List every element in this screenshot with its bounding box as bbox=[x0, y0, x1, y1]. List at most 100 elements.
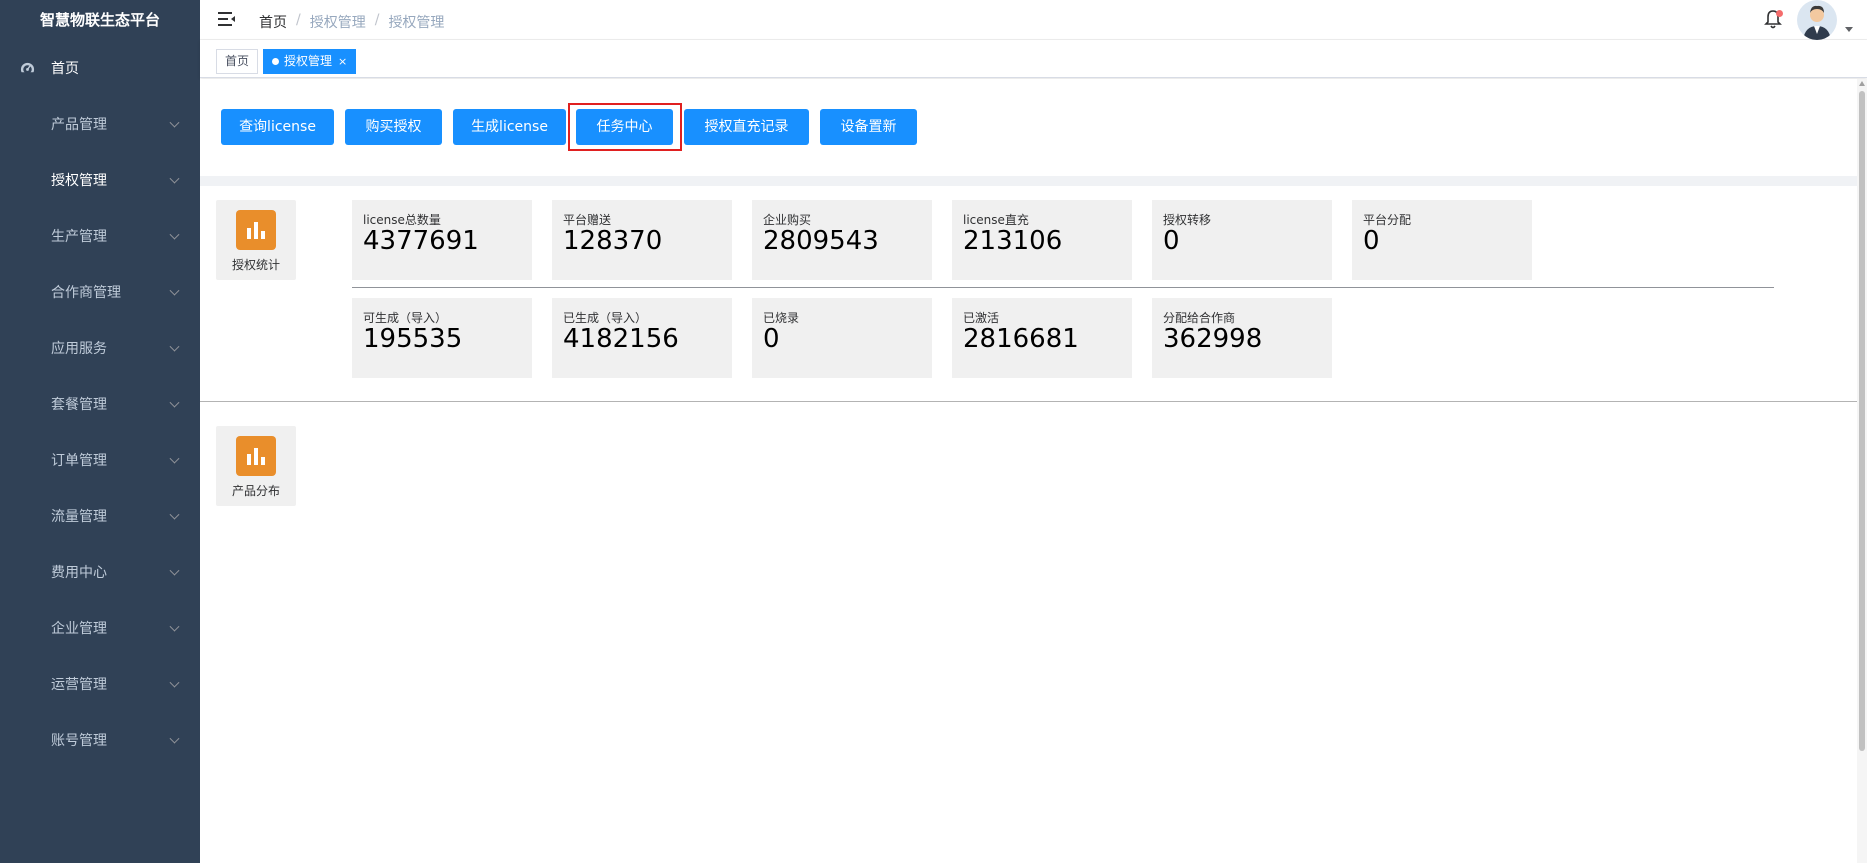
license-stats-card: 授权统计 bbox=[216, 200, 296, 280]
notification-dot bbox=[1776, 10, 1783, 17]
chevron-down-icon bbox=[169, 677, 180, 688]
stat-card: 已生成（导入） 4182156 bbox=[552, 298, 732, 378]
sidebar-item-production[interactable]: 生产管理 bbox=[0, 208, 200, 264]
chevron-down-icon bbox=[169, 229, 180, 240]
section-divider bbox=[200, 401, 1857, 402]
sidebar-menu: 首页 产品管理 授权管理 生产管理 合作商管理 应用服务 套餐管理 订单管理 流… bbox=[0, 40, 200, 768]
sidebar-item-label: 运营管理 bbox=[51, 677, 107, 693]
bar-chart-icon bbox=[236, 210, 276, 250]
direct-recharge-records-button[interactable]: 授权直充记录 bbox=[684, 109, 809, 145]
stat-value: 195535 bbox=[363, 324, 463, 354]
stat-card: 企业购买 2809543 bbox=[752, 200, 932, 280]
sidebar-item-label: 流量管理 bbox=[51, 509, 107, 525]
query-license-button[interactable]: 查询license bbox=[221, 109, 334, 145]
chevron-down-icon bbox=[169, 453, 180, 464]
chevron-down-icon bbox=[169, 733, 180, 744]
breadcrumb-license: 授权管理 bbox=[309, 15, 366, 31]
sidebar-item-partner[interactable]: 合作商管理 bbox=[0, 264, 200, 320]
section-title: 授权统计 bbox=[231, 258, 280, 272]
sidebar-item-license[interactable]: 授权管理 bbox=[0, 152, 200, 208]
stats-divider bbox=[352, 287, 1774, 288]
chevron-down-icon bbox=[169, 509, 180, 520]
stat-value: 2816681 bbox=[963, 324, 1079, 354]
buy-license-button[interactable]: 购买授权 bbox=[345, 109, 442, 145]
scrollbar-thumb[interactable] bbox=[1859, 91, 1865, 751]
bell-icon[interactable] bbox=[1763, 8, 1783, 30]
main-content: 查询license 购买授权 生成license 任务中心 授权直充记录 设备置… bbox=[200, 79, 1857, 863]
sidebar-item-billing[interactable]: 费用中心 bbox=[0, 544, 200, 600]
sidebar-item-label: 企业管理 bbox=[51, 621, 107, 637]
breadcrumb-current: 授权管理 bbox=[388, 15, 445, 31]
bar-chart-icon bbox=[236, 436, 276, 476]
sidebar-item-product[interactable]: 产品管理 bbox=[0, 96, 200, 152]
breadcrumb-separator: / bbox=[374, 12, 380, 28]
top-navbar: 首页 / 授权管理 / 授权管理 bbox=[200, 0, 1867, 40]
chevron-down-icon bbox=[169, 621, 180, 632]
task-center-button[interactable]: 任务中心 bbox=[576, 109, 673, 145]
sidebar-item-label: 账号管理 bbox=[51, 733, 107, 749]
chevron-down-icon bbox=[169, 565, 180, 576]
stat-value: 213106 bbox=[963, 226, 1063, 256]
sidebar-item-account[interactable]: 账号管理 bbox=[0, 712, 200, 768]
stat-value: 362998 bbox=[1163, 324, 1263, 354]
stat-card: 可生成（导入） 195535 bbox=[352, 298, 532, 378]
hamburger-icon[interactable] bbox=[218, 11, 236, 27]
device-reset-button[interactable]: 设备置新 bbox=[820, 109, 917, 145]
stat-value: 0 bbox=[1163, 226, 1180, 256]
chevron-down-icon bbox=[169, 117, 180, 128]
sidebar-item-label: 生产管理 bbox=[51, 229, 107, 245]
section-separator-band bbox=[200, 176, 1857, 186]
vertical-scrollbar[interactable] bbox=[1857, 79, 1867, 863]
stat-value: 2809543 bbox=[763, 226, 879, 256]
stat-value: 4377691 bbox=[363, 226, 479, 256]
sidebar-item-label: 订单管理 bbox=[51, 453, 107, 469]
brand-title: 智慧物联生态平台 bbox=[39, 11, 160, 29]
active-dot-icon bbox=[272, 58, 279, 65]
sidebar-item-label: 授权管理 bbox=[51, 173, 107, 189]
scroll-up-icon[interactable] bbox=[1859, 81, 1865, 86]
section-title: 产品分布 bbox=[231, 484, 280, 498]
sidebar-item-package[interactable]: 套餐管理 bbox=[0, 376, 200, 432]
stat-card: 已烧录 0 bbox=[752, 298, 932, 378]
stat-card: license总数量 4377691 bbox=[352, 200, 532, 280]
sidebar-item-operations[interactable]: 运营管理 bbox=[0, 656, 200, 712]
breadcrumb-home[interactable]: 首页 bbox=[259, 12, 287, 32]
sidebar-item-order[interactable]: 订单管理 bbox=[0, 432, 200, 488]
sidebar-item-label: 应用服务 bbox=[51, 341, 107, 357]
tag-home[interactable]: 首页 bbox=[216, 49, 259, 74]
generate-license-button[interactable]: 生成license bbox=[453, 109, 566, 145]
sidebar-item-enterprise[interactable]: 企业管理 bbox=[0, 600, 200, 656]
avatar[interactable] bbox=[1797, 0, 1837, 40]
stat-card: 平台赠送 128370 bbox=[552, 200, 732, 280]
stat-card: 授权转移 0 bbox=[1152, 200, 1332, 280]
stat-card: 平台分配 0 bbox=[1352, 200, 1532, 280]
sidebar-item-label: 首页 bbox=[51, 61, 79, 77]
sidebar-item-label: 合作商管理 bbox=[51, 285, 121, 301]
sidebar-item-app-service[interactable]: 应用服务 bbox=[0, 320, 200, 376]
chevron-down-icon bbox=[169, 341, 180, 352]
chevron-down-icon bbox=[169, 173, 180, 184]
chevron-down-icon bbox=[169, 285, 180, 296]
tag-license-active[interactable]: 授权管理 × bbox=[263, 49, 357, 74]
stat-card: license直充 213106 bbox=[952, 200, 1132, 280]
breadcrumb-separator: / bbox=[296, 12, 301, 28]
stat-value: 4182156 bbox=[563, 324, 679, 354]
sidebar-item-traffic[interactable]: 流量管理 bbox=[0, 488, 200, 544]
stat-card: 已激活 2816681 bbox=[952, 298, 1132, 378]
stat-value: 128370 bbox=[563, 226, 663, 256]
close-icon[interactable]: × bbox=[338, 55, 347, 68]
stat-value: 0 bbox=[763, 324, 780, 354]
sidebar-item-label: 产品管理 bbox=[51, 117, 107, 133]
product-distribution-card: 产品分布 bbox=[216, 426, 296, 506]
tag-label: 授权管理 bbox=[284, 54, 333, 68]
sidebar-item-label: 费用中心 bbox=[51, 565, 107, 581]
chevron-down-icon bbox=[169, 397, 180, 408]
breadcrumb: 首页 / 授权管理 / 授权管理 bbox=[259, 12, 444, 32]
stat-value: 0 bbox=[1363, 226, 1380, 256]
sidebar-item-home[interactable]: 首页 bbox=[0, 40, 200, 96]
sidebar: 智慧物联生态平台 首页 产品管理 授权管理 生产管理 合作商管理 应用服务 套餐… bbox=[0, 0, 200, 863]
caret-down-icon[interactable] bbox=[1845, 27, 1853, 32]
stat-card: 分配给合作商 362998 bbox=[1152, 298, 1332, 378]
tags-view: 首页 授权管理 × bbox=[200, 40, 1867, 78]
sidebar-item-label: 套餐管理 bbox=[51, 397, 107, 413]
